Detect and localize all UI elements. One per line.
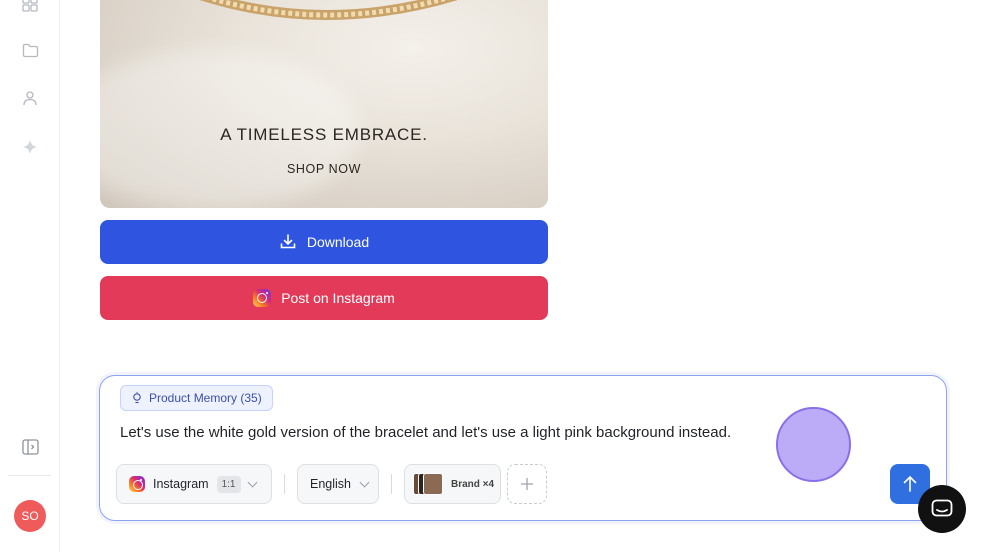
aspect-ratio-badge: 1:1	[216, 475, 241, 493]
generated-ad-image: A TIMELESS EMBRACE. SHOP NOW	[100, 0, 548, 208]
brand-thumbnail	[423, 473, 443, 495]
brand-assets-select[interactable]: Brand ×4	[404, 464, 501, 504]
plus-icon	[521, 478, 533, 490]
chevron-down-icon	[359, 477, 370, 488]
chat-support-button[interactable]	[918, 485, 966, 533]
prompt-input[interactable]: Let's use the white gold version of the …	[120, 424, 731, 441]
sparkle-icon[interactable]	[20, 137, 40, 157]
language-select[interactable]: English	[297, 464, 379, 504]
chevron-down-icon	[247, 477, 257, 488]
product-memory-chip[interactable]: Product Memory (35)	[120, 385, 273, 411]
bracelet-image	[199, 0, 458, 20]
sidebar: SO	[0, 0, 60, 552]
post-on-instagram-button[interactable]: Post on Instagram	[100, 276, 548, 320]
ad-headline: A TIMELESS EMBRACE.	[220, 125, 428, 144]
brand-thumbnails	[413, 471, 445, 497]
cursor-highlight	[776, 407, 851, 482]
platform-label: Instagram	[153, 477, 209, 491]
folder-icon[interactable]	[20, 40, 40, 60]
download-icon	[280, 234, 296, 249]
memory-chip-label: Product Memory (35)	[149, 391, 262, 405]
download-label: Download	[306, 234, 370, 250]
download-button[interactable]: Download	[100, 220, 548, 264]
user-icon[interactable]	[20, 88, 40, 108]
add-attachment-button[interactable]	[507, 464, 547, 504]
lightbulb-icon	[133, 392, 141, 404]
grid-icon[interactable]	[20, 0, 40, 14]
ad-cta: SHOP NOW	[286, 162, 362, 176]
post-label: Post on Instagram	[281, 290, 395, 306]
language-label: English	[310, 477, 351, 491]
arrow-up-icon	[903, 475, 917, 492]
chat-icon	[931, 499, 953, 517]
platform-select[interactable]: Instagram 1:1	[116, 464, 272, 504]
collapse-panel-icon[interactable]	[20, 437, 40, 457]
sidebar-divider	[8, 475, 51, 476]
instagram-icon	[253, 289, 272, 307]
avatar[interactable]: SO	[14, 500, 46, 532]
toolbar-divider	[391, 474, 392, 494]
toolbar-divider	[284, 474, 285, 494]
instagram-icon	[129, 476, 145, 492]
brand-label: Brand ×4	[451, 478, 495, 490]
